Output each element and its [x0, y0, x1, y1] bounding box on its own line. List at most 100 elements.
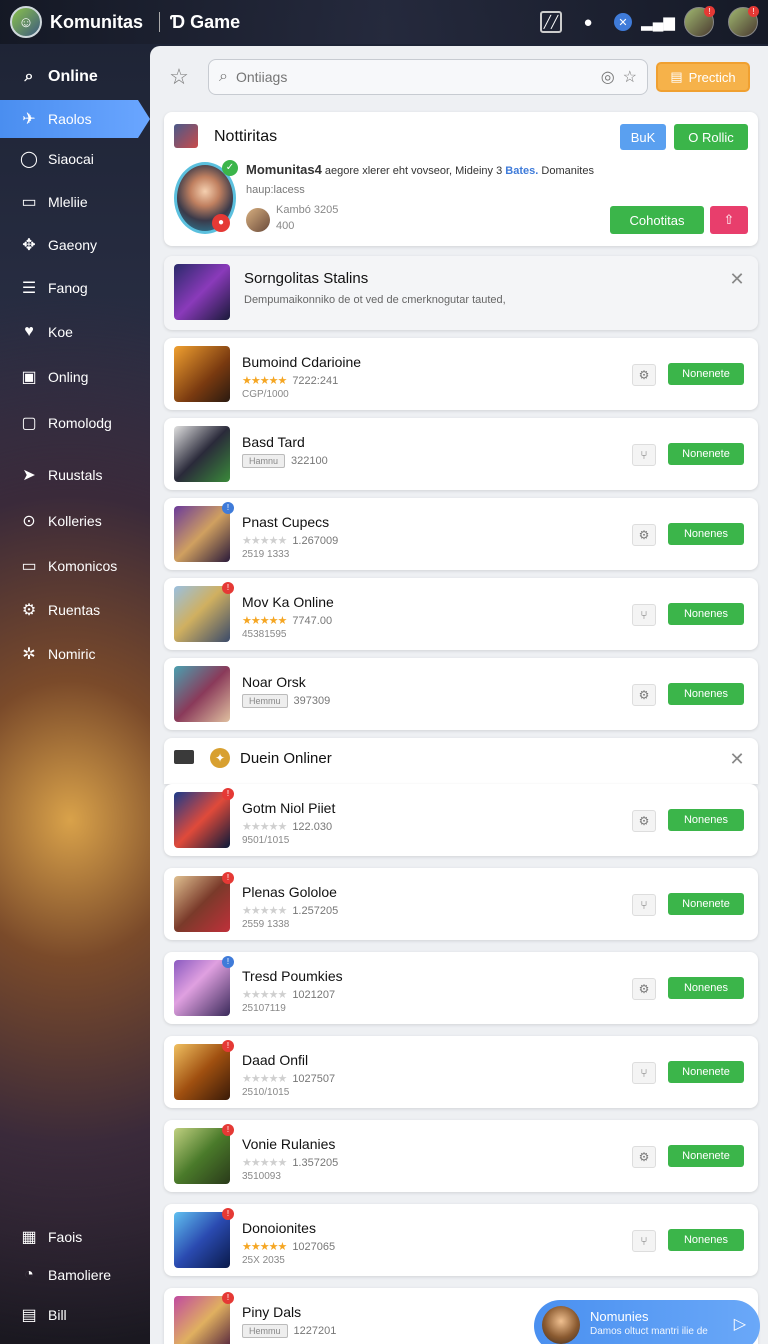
fork-icon[interactable]: ⑂	[632, 444, 656, 466]
sidebar-item-kolleries[interactable]: ⊙ Kolleries	[0, 502, 150, 540]
sidebar-item-ruentas[interactable]: ⚙ Ruentas	[0, 591, 150, 629]
game-brand: Ɗ Game	[170, 11, 241, 32]
action-button[interactable]: ▤ Prectich	[656, 62, 750, 92]
install-button[interactable]: Nonenes	[668, 523, 744, 545]
game-title: Mov Ka Online	[242, 594, 334, 610]
rating-stars: ★★★★★	[242, 989, 287, 1001]
install-button[interactable]: Nonenete	[668, 893, 744, 915]
sidebar-item-bill[interactable]: ▤ Bill	[0, 1296, 150, 1334]
close-icon[interactable]: ✕	[728, 749, 746, 769]
list-item[interactable]: ! Pnast Cupecs ★★★★★ 1.267009 2519 1333 ⚙ None…	[164, 498, 758, 570]
install-button[interactable]: Nonenete	[668, 363, 744, 385]
install-button[interactable]: Nonenete	[668, 443, 744, 465]
rating-stars: ★★★★★	[242, 1073, 287, 1085]
star-icon[interactable]: ☆	[162, 60, 196, 94]
target-icon[interactable]: ◎	[601, 67, 615, 87]
game-title: Piny Dals	[242, 1304, 302, 1320]
notification-badge: !	[222, 788, 234, 800]
fork-icon[interactable]: ⑂	[632, 1062, 656, 1084]
domanites-text: Domanites	[541, 165, 594, 177]
list-item[interactable]: Noar Orsk Hemmu 397309 ⚙ Nonenes	[164, 658, 758, 730]
sidebar-item-mleliie[interactable]: ▭ Mleliie	[0, 183, 150, 221]
sidebar-item-siaocai[interactable]: ◯ Siaocai	[0, 140, 150, 178]
favorite-icon[interactable]: ☆	[623, 67, 637, 87]
bates-link[interactable]: Bates.	[505, 165, 538, 177]
list-item[interactable]: ! Mov Ka Online ★★★★★ 7747.00 45381595 ⑂ Nonen…	[164, 578, 758, 650]
chat-icon[interactable]: ●	[576, 10, 600, 34]
sidebar-item-gaeony[interactable]: ✥ Gaeony	[0, 226, 150, 264]
gear-icon[interactable]: ⚙	[632, 364, 656, 386]
notification-dot: !	[748, 6, 759, 17]
install-button[interactable]: Nonenes	[668, 809, 744, 831]
floating-chat[interactable]: Nomunies Damos oltuct mantri ilie de ▷	[534, 1300, 760, 1344]
list-item[interactable]: ! Vonie Rulanies ★★★★★ 1.357205 3510093 ⚙ None…	[164, 1120, 758, 1192]
install-button[interactable]: Nonenes	[668, 603, 744, 625]
friend-avatar[interactable]: !	[728, 6, 759, 37]
gear-icon[interactable]: ⚙	[632, 684, 656, 706]
sidebar-item-label: Online	[48, 68, 98, 85]
friend-avatar[interactable]: !	[684, 6, 715, 37]
user-avatar[interactable]: ☺	[10, 6, 42, 38]
sidebar-item-label: Onling	[48, 369, 89, 385]
search-icon: ⌕	[219, 68, 228, 85]
search-input[interactable]	[235, 69, 593, 85]
list-item[interactable]: ! Daad Onfil ★★★★★ 1027507 2510/1015 ⑂ Nonenet…	[164, 1036, 758, 1108]
sidebar-item-fanog[interactable]: ☰ Fanog	[0, 269, 150, 307]
install-button[interactable]: Nonenete	[668, 1061, 744, 1083]
play-icon[interactable]: ▷	[734, 1314, 746, 1334]
game-title: Gotm Niol Piiet	[242, 800, 336, 816]
chart-icon[interactable]: ╱╱	[540, 11, 562, 33]
game-thumbnail	[174, 1128, 230, 1184]
game-number: 1027065	[292, 1240, 336, 1253]
game-subtext: 2519 1333	[242, 549, 290, 560]
install-button[interactable]: Nonenes	[668, 683, 744, 705]
sidebar-item-koe[interactable]: ♥ Koe	[0, 313, 150, 351]
sidebar-item-online[interactable]: ⌕ Online	[0, 58, 150, 96]
game-thumbnail	[174, 346, 230, 402]
rating-stars: ★★★★★	[242, 375, 287, 387]
fork-icon[interactable]: ⑂	[632, 894, 656, 916]
sidebar-item-label: Koe	[48, 324, 73, 340]
game-meta: Hemmu 397309	[242, 694, 330, 708]
gear-icon[interactable]: ⚙	[632, 1146, 656, 1168]
chat-avatar	[542, 1306, 580, 1344]
list-item[interactable]: ! Plenas Gololoe ★★★★★ 1.257205 2559 1338 ⑂ No…	[164, 868, 758, 940]
install-button[interactable]: Nonenes	[668, 1229, 744, 1251]
stat-kambo: Kambó 3205	[276, 204, 339, 216]
fork-icon[interactable]: ⑂	[632, 604, 656, 626]
frame-icon: ▣	[21, 369, 37, 386]
list-item[interactable]: Basd Tard Hamnu 322100 ⑂ Nonenete	[164, 418, 758, 490]
sidebar-item-faois[interactable]: ▦ Faois	[0, 1218, 150, 1256]
install-button[interactable]: Nonenete	[668, 1145, 744, 1167]
list-item[interactable]: Bumoind Cdarioine ★★★★★ 7222:241 CGP/1000 ⚙ N…	[164, 338, 758, 410]
list-item[interactable]: ! Tresd Poumkies ★★★★★ 1021207 25107119 ⚙ None…	[164, 952, 758, 1024]
signal-icon[interactable]: ▂▄▆	[641, 10, 675, 34]
share-button[interactable]: ⇧	[710, 206, 748, 234]
profile-name: Momunitas4	[246, 162, 322, 177]
sidebar-item-bamoliere[interactable]: ◔ Bamoliere	[0, 1256, 150, 1294]
sidebar-item-onling[interactable]: ▣ Onling	[0, 358, 150, 396]
sidebar-item-komonicos[interactable]: ▭ Komonicos	[0, 547, 150, 585]
action-button-label: Prectich	[688, 69, 736, 85]
fork-icon[interactable]: ⑂	[632, 1230, 656, 1252]
gear-icon[interactable]: ⚙	[632, 524, 656, 546]
cohotitas-button[interactable]: Cohotitas	[610, 206, 704, 234]
rollic-button[interactable]: O Rollic	[674, 124, 748, 150]
gear-icon[interactable]: ⚙	[632, 810, 656, 832]
install-button[interactable]: Nonenes	[668, 977, 744, 999]
list-item[interactable]: ! Gotm Niol Piiet ★★★★★ 122.030 9501/1015 ⚙ No…	[164, 784, 758, 856]
rating-stars: ★★★★★	[242, 905, 287, 917]
game-thumbnail	[174, 1212, 230, 1268]
top-bar: ☺ Komunitas Ɗ Game ╱╱ ● ✕ ▂▄▆ ! !	[0, 0, 768, 44]
sidebar-item-romolodg[interactable]: ▢ Romolodg	[0, 404, 150, 442]
gear-icon[interactable]: ⚙	[632, 978, 656, 1000]
notification-badge: !	[222, 956, 234, 968]
sidebar-item-nomiric[interactable]: ✲ Nomiric	[0, 635, 150, 673]
discord-icon[interactable]: ✕	[614, 13, 632, 31]
list-item[interactable]: ! Donoionites ★★★★★ 1027065 25X 2035 ⑂ Nonenes	[164, 1204, 758, 1276]
game-subtext: 45381595	[242, 629, 287, 640]
buk-button[interactable]: BuK	[620, 124, 666, 150]
sidebar-item-raolos[interactable]: ✈ Raolos	[0, 100, 150, 138]
close-icon[interactable]: ✕	[728, 269, 746, 289]
sidebar-item-ruustals[interactable]: ➤ Ruustals	[0, 456, 150, 494]
